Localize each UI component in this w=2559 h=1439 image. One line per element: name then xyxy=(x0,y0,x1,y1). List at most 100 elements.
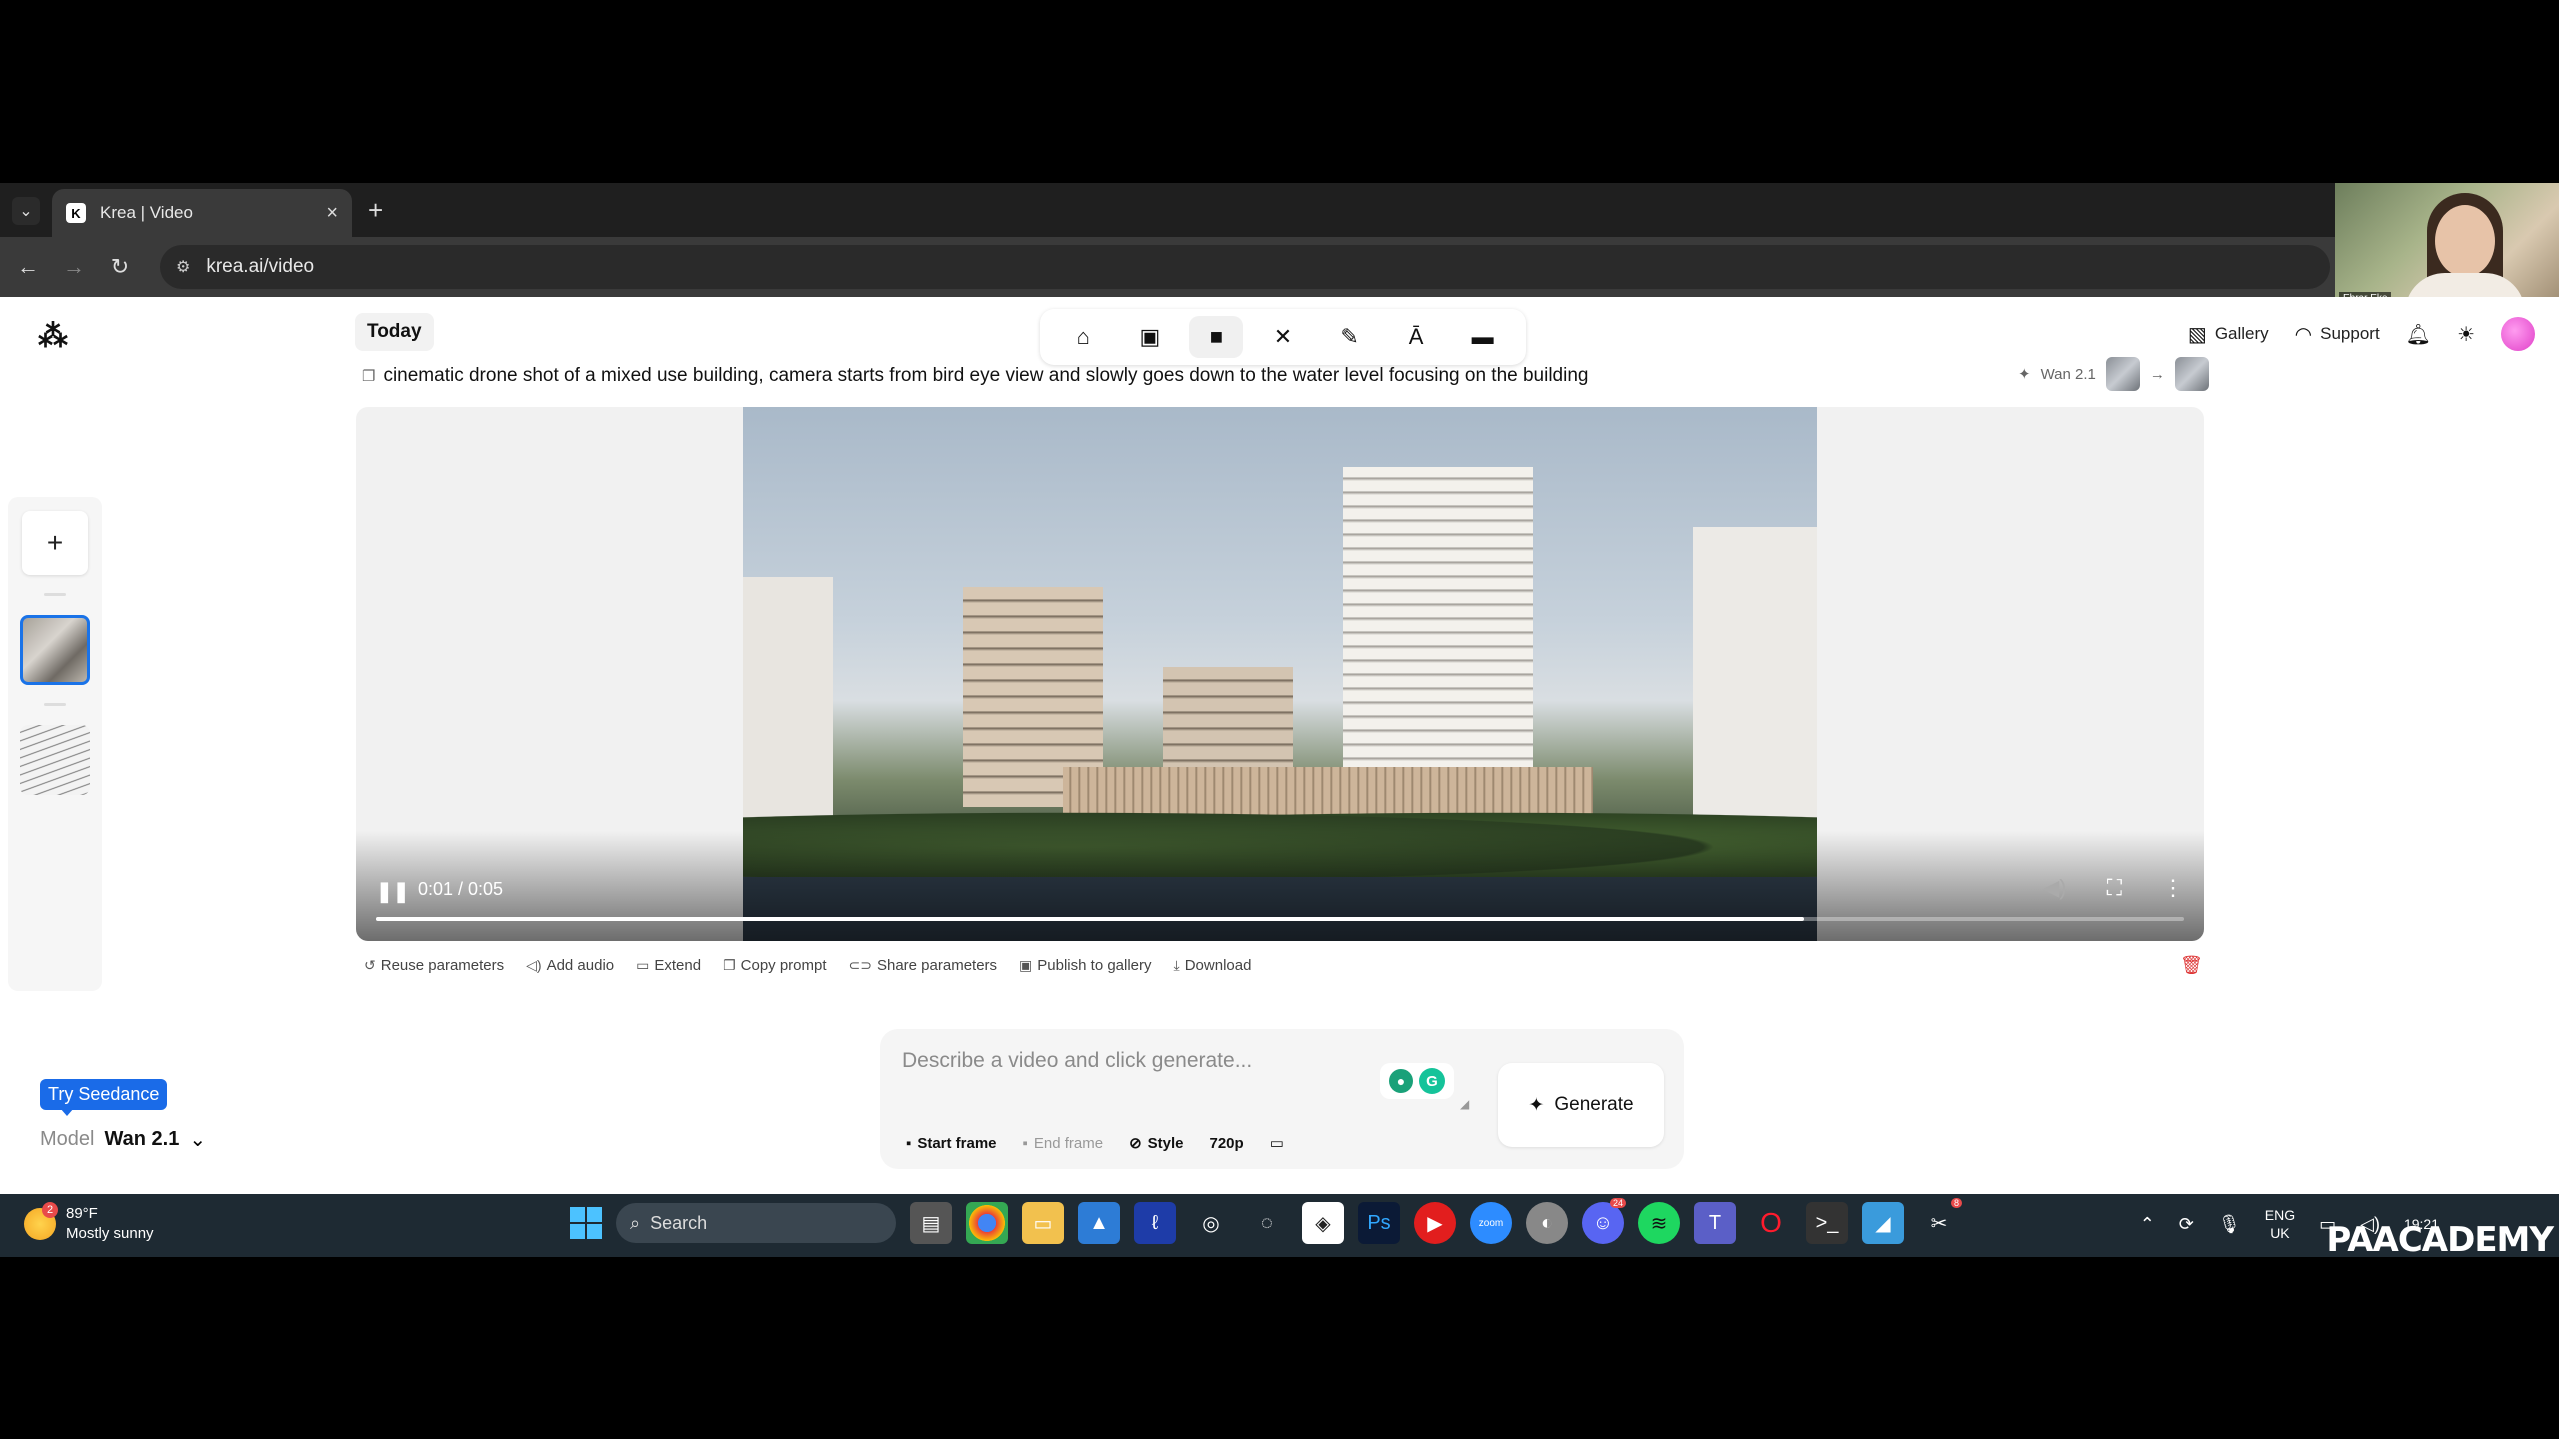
tower-building xyxy=(1343,467,1533,797)
taskbar-search[interactable]: ⌕ Search xyxy=(616,1203,896,1243)
app-icon[interactable]: ◈ xyxy=(1302,1202,1344,1244)
site-info-icon[interactable]: ⚙ xyxy=(176,257,190,277)
forward-icon[interactable]: → xyxy=(58,251,90,283)
reuse-parameters-button[interactable]: ↺ Reuse parameters xyxy=(364,957,504,974)
youtube-icon[interactable]: ▶ xyxy=(1414,1202,1456,1244)
support-button[interactable]: ◠ Support xyxy=(2295,322,2380,347)
search-label: Search xyxy=(650,1212,708,1233)
lang-line-2: UK xyxy=(2270,1225,2290,1241)
app-icon[interactable]: ◢ xyxy=(1862,1202,1904,1244)
tab-search-chevron-icon[interactable]: ⌄ xyxy=(12,197,40,225)
history-thumbnail-selected[interactable] xyxy=(20,615,90,685)
enhance-icon[interactable]: ✕ xyxy=(1256,316,1310,358)
close-tab-icon[interactable]: × xyxy=(326,202,338,225)
task-view-icon[interactable]: ▤ xyxy=(910,1202,952,1244)
back-icon[interactable]: ← xyxy=(12,251,44,283)
discord-icon[interactable]: ☺ 24 xyxy=(1582,1198,1626,1244)
start-frame-thumbnail[interactable] xyxy=(2105,357,2140,391)
gallery-button[interactable]: ▧ Gallery xyxy=(2188,322,2269,347)
weather-text: 89°F Mostly sunny xyxy=(66,1204,154,1244)
train-icon[interactable]: Ā xyxy=(1389,316,1443,358)
progress-bar[interactable] xyxy=(376,917,2184,921)
share-parameters-button[interactable]: ⊂⊃ Share parameters xyxy=(849,957,998,974)
microphone-icon[interactable]: 🎙︎ xyxy=(2218,1214,2241,1235)
model-label: Model xyxy=(40,1128,95,1150)
app-icon[interactable]: ✂ 8 xyxy=(1918,1198,1962,1244)
language-indicator[interactable]: ENG UK xyxy=(2265,1206,2295,1242)
image-icon[interactable]: ▣ xyxy=(1123,316,1177,358)
theme-sun-icon[interactable]: ☀ xyxy=(2457,322,2475,347)
audio-icon: ◁) xyxy=(526,957,542,973)
copy-icon[interactable]: ❐ xyxy=(362,367,375,385)
app-icon[interactable]: ◌ xyxy=(1246,1202,1288,1244)
more-options-icon[interactable]: ⋮ xyxy=(2162,875,2184,901)
chrome-icon[interactable] xyxy=(966,1202,1008,1244)
windows-start-icon[interactable] xyxy=(570,1207,602,1239)
krea-page: ⁂ Today ⌂ ▣ ■ ✕ ✎ Ā ▬ ▧ Gallery ◠ Suppor… xyxy=(0,297,2559,1194)
zoom-icon[interactable]: zoom xyxy=(1470,1202,1512,1244)
extend-label: Extend xyxy=(654,957,702,974)
sync-icon[interactable]: ⟳ xyxy=(2179,1214,2194,1235)
video-icon[interactable]: ■ xyxy=(1189,316,1244,358)
sun-icon: 2 xyxy=(24,1202,58,1240)
publish-to-gallery-button[interactable]: ▣ Publish to gallery xyxy=(1019,957,1151,974)
pause-icon[interactable]: ❚❚ xyxy=(376,879,410,904)
edit-icon[interactable]: ✎ xyxy=(1323,316,1377,358)
model-selector[interactable]: Model Wan 2.1 ⌄ xyxy=(40,1127,206,1152)
image-icon: ▪ xyxy=(1022,1134,1028,1152)
resolution-button[interactable]: 720p xyxy=(1202,1130,1252,1157)
reload-icon[interactable]: ↻ xyxy=(104,251,136,283)
photoshop-icon[interactable]: Ps xyxy=(1358,1202,1400,1244)
browser-tab[interactable]: K Krea | Video × xyxy=(52,189,352,237)
end-frame-button[interactable]: ▪ End frame xyxy=(1015,1130,1112,1157)
generate-label: Generate xyxy=(1554,1094,1634,1115)
delete-icon[interactable]: 🗑︎ xyxy=(2180,955,2203,976)
video-player[interactable]: ❚❚ 0:01 / 0:05 ◀︎) ⛶ ⋮ xyxy=(356,407,2204,941)
start-frame-button[interactable]: ▪ Start frame xyxy=(898,1130,1005,1157)
end-frame-thumbnail[interactable] xyxy=(2174,357,2209,391)
style-button[interactable]: ⊘ Style xyxy=(1121,1129,1191,1157)
opera-icon[interactable]: O xyxy=(1750,1202,1792,1244)
chevron-up-icon[interactable]: ⌃ xyxy=(2140,1214,2155,1235)
bell-icon[interactable]: 🔔︎ xyxy=(2406,322,2431,347)
add-audio-button[interactable]: ◁) Add audio xyxy=(526,957,614,974)
photos-icon[interactable]: ▲ xyxy=(1078,1202,1120,1244)
url-field[interactable]: ⚙ krea.ai/video xyxy=(160,245,2330,289)
app-icon[interactable]: ◐ xyxy=(1526,1202,1568,1244)
history-thumbnail[interactable] xyxy=(20,725,90,795)
new-generation-button[interactable]: + xyxy=(22,511,88,575)
end-frame-label: End frame xyxy=(1033,1134,1104,1152)
home-icon[interactable]: ⌂ xyxy=(1056,316,1110,358)
bulb-extension-icon[interactable]: ● xyxy=(1389,1069,1413,1093)
file-explorer-icon[interactable]: ▭ xyxy=(1022,1202,1064,1244)
publish-icon: ▣ xyxy=(1019,957,1033,973)
new-tab-icon[interactable]: + xyxy=(368,195,383,226)
letterbox-bottom xyxy=(0,1257,2559,1439)
weather-widget[interactable]: 2 89°F Mostly sunny xyxy=(24,1202,154,1244)
resolution-label: 720p xyxy=(1209,1134,1244,1152)
fullscreen-icon[interactable]: ⛶ xyxy=(2107,875,2122,901)
resize-handle-icon[interactable]: ◢ xyxy=(1460,1097,1469,1111)
terminal-icon[interactable]: >_ xyxy=(1806,1202,1848,1244)
spotify-icon[interactable]: ≋ xyxy=(1638,1202,1680,1244)
folder-icon[interactable]: ▬ xyxy=(1456,316,1510,358)
try-seedance-badge[interactable]: Try Seedance xyxy=(40,1079,168,1110)
generate-button[interactable]: ✦ Generate xyxy=(1498,1063,1664,1147)
download-button[interactable]: ⤓ Download xyxy=(1174,957,1252,974)
app-icon[interactable]: ◎ xyxy=(1190,1202,1232,1244)
copy-prompt-button[interactable]: ❐ Copy prompt xyxy=(723,957,826,974)
teams-icon[interactable]: T xyxy=(1694,1202,1736,1244)
app-icon[interactable]: ℓ xyxy=(1134,1202,1176,1244)
search-icon: ⌕ xyxy=(630,1212,641,1233)
prompt-input[interactable]: Describe a video and click generate... xyxy=(902,1049,1252,1073)
webcam-overlay: Ebrar Eke xyxy=(2335,183,2559,309)
volume-icon[interactable]: ◀︎) xyxy=(2042,875,2066,901)
aspect-ratio-icon[interactable]: ▭ xyxy=(1262,1129,1292,1157)
weather-badge: 2 xyxy=(42,1202,58,1218)
krea-logo-icon[interactable]: ⁂ xyxy=(38,319,68,354)
extend-button[interactable]: ▭ Extend xyxy=(636,957,701,974)
badge-pointer xyxy=(60,1108,74,1116)
tool-switcher: ⌂ ▣ ■ ✕ ✎ Ā ▬ xyxy=(1040,309,1526,365)
avatar[interactable] xyxy=(2501,317,2535,351)
grammarly-icon[interactable]: G xyxy=(1419,1068,1445,1094)
